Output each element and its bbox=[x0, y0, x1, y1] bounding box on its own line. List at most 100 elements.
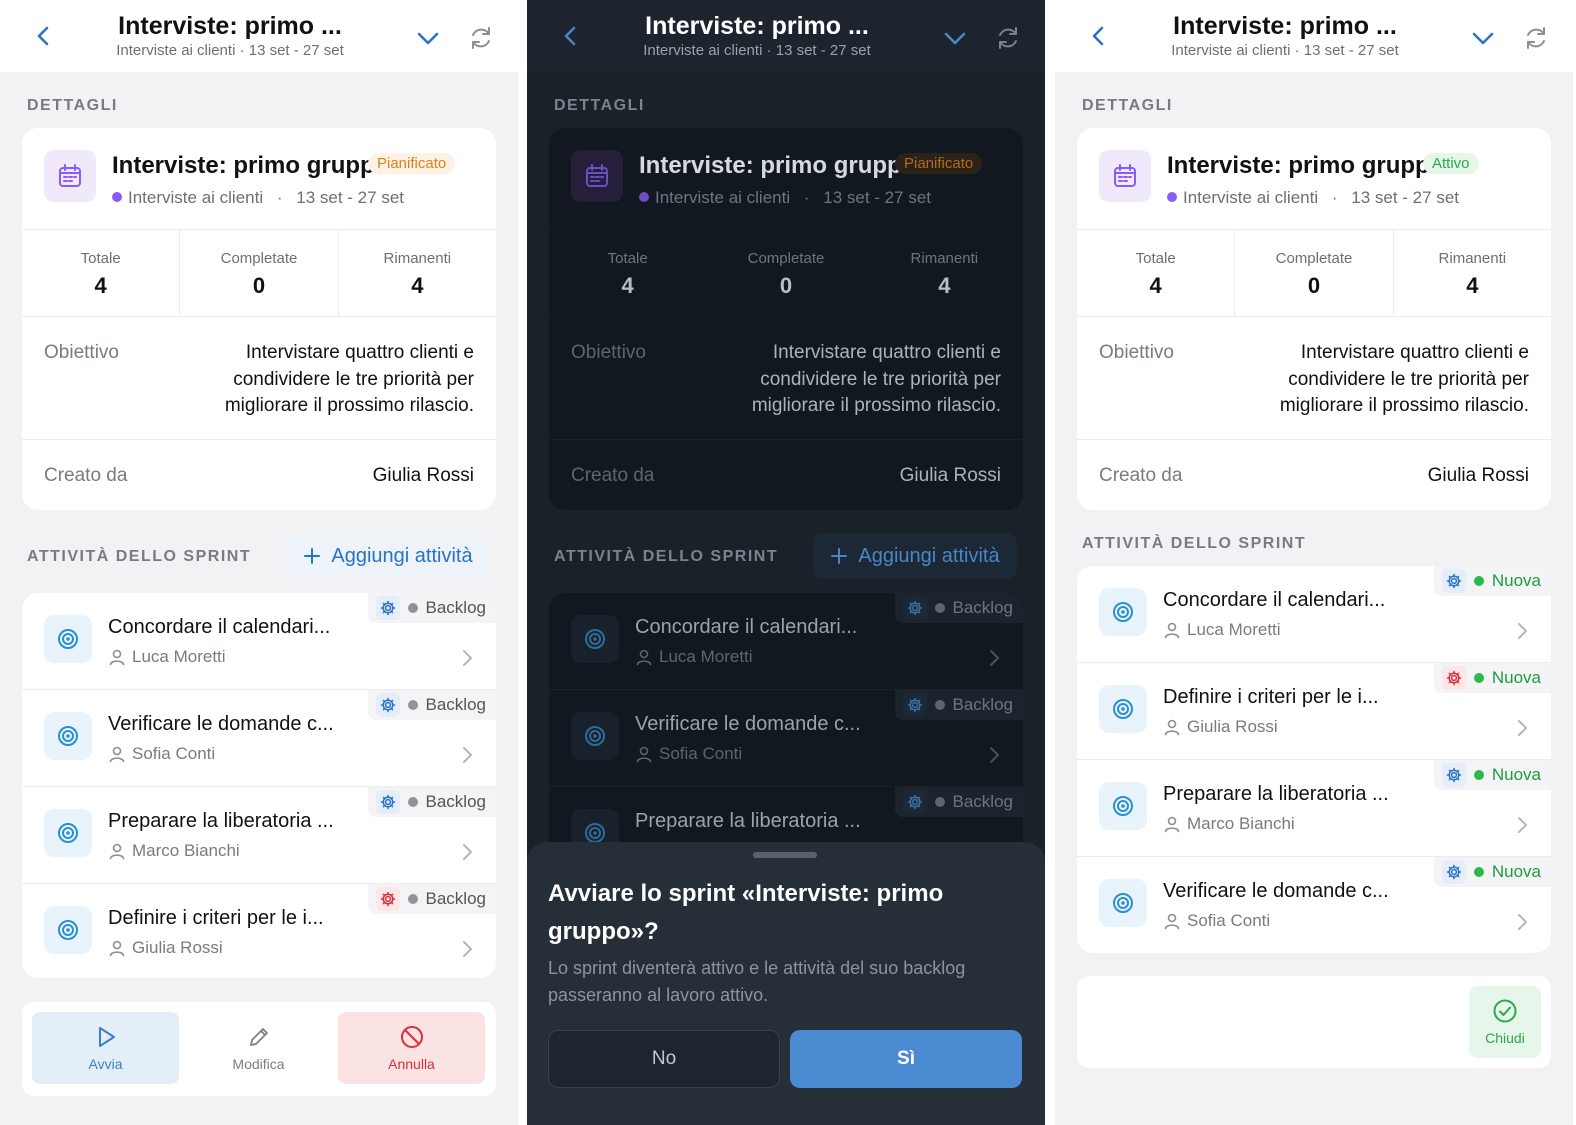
priority-indicator bbox=[902, 693, 927, 717]
priority-indicator bbox=[375, 596, 400, 620]
back-button[interactable] bbox=[557, 22, 585, 50]
status-dot bbox=[1473, 576, 1484, 586]
stat-remaining: Rimanenti 4 bbox=[1394, 230, 1551, 316]
priority-indicator-high bbox=[375, 887, 400, 911]
target-icon bbox=[1113, 699, 1133, 719]
stats-row: Totale 4 Completate 0 Rimanenti 4 bbox=[1077, 229, 1551, 317]
task-row[interactable]: Definire i criteri per le i... Giulia Ro… bbox=[1077, 663, 1551, 760]
refresh-button[interactable] bbox=[994, 24, 1022, 52]
top-bar: Interviste: primo ... Interviste ai clie… bbox=[0, 0, 518, 72]
task-icon-box bbox=[44, 906, 92, 954]
target-icon bbox=[585, 629, 605, 649]
task-name: Definire i criteri per le i... bbox=[1163, 686, 1379, 708]
pencil-icon bbox=[249, 1028, 268, 1046]
status-badge: Attivo bbox=[1423, 153, 1479, 174]
project-color-dot bbox=[112, 192, 122, 202]
play-icon bbox=[98, 1027, 115, 1047]
task-row[interactable]: Preparare la liberatoria ... Marco Bianc… bbox=[1077, 760, 1551, 857]
assignee-name: Luca Moretti bbox=[659, 647, 753, 666]
task-row[interactable]: Verificare le domande c... Sofia Conti B… bbox=[549, 690, 1023, 787]
status-dot bbox=[934, 700, 945, 710]
cancel-icon bbox=[400, 1026, 423, 1048]
no-button[interactable]: No bbox=[548, 1030, 780, 1088]
gear-icon bbox=[1446, 767, 1462, 783]
add-task-button[interactable]: Aggiungi attività bbox=[813, 533, 1017, 579]
divider bbox=[549, 439, 1023, 440]
task-row[interactable]: Verificare le domande c... Sofia Conti N… bbox=[1077, 857, 1551, 953]
task-row[interactable]: Concordare il calendari... Luca Moretti … bbox=[22, 593, 496, 690]
sprint-icon-box bbox=[1099, 150, 1151, 202]
task-icon-box bbox=[44, 712, 92, 760]
calendar-icon bbox=[586, 164, 608, 187]
status-dot bbox=[934, 797, 945, 807]
back-button[interactable] bbox=[30, 22, 58, 50]
status-badge: Pianificato bbox=[368, 153, 456, 174]
close-sprint-button[interactable]: Chiudi bbox=[1469, 986, 1541, 1058]
calendar-icon bbox=[1114, 164, 1136, 187]
target-icon bbox=[58, 823, 78, 843]
task-row[interactable]: Preparare la liberatoria ... Marco Bianc… bbox=[22, 787, 496, 884]
task-status-badge: Nuova bbox=[1433, 760, 1551, 790]
edit-label: Modifica bbox=[232, 1056, 285, 1072]
priority-indicator-high bbox=[1441, 666, 1466, 690]
task-icon-box bbox=[44, 615, 92, 663]
edit-button[interactable]: Modifica bbox=[185, 1012, 332, 1084]
back-button[interactable] bbox=[1085, 22, 1113, 50]
goal-label: Obiettivo bbox=[44, 342, 119, 363]
task-row[interactable]: Verificare le domande c... Sofia Conti B… bbox=[22, 690, 496, 787]
user-icon bbox=[1164, 816, 1180, 833]
gear-icon bbox=[380, 600, 395, 616]
priority-indicator bbox=[1441, 763, 1466, 787]
cancel-sprint-button[interactable]: Annulla bbox=[338, 1012, 485, 1084]
task-status-badge: Backlog bbox=[367, 690, 496, 720]
assignee-name: Marco Bianchi bbox=[1187, 814, 1295, 833]
top-bar: Interviste: primo ... Interviste ai clie… bbox=[1055, 0, 1573, 72]
dropdown-button[interactable] bbox=[1469, 24, 1497, 52]
page-subtitle: Interviste ai clienti · 13 set - 27 set bbox=[116, 42, 344, 59]
goal-text: Intervistare quattro clienti e condivide… bbox=[751, 342, 1001, 416]
yes-button[interactable]: Sì bbox=[790, 1030, 1022, 1088]
task-assignee: Marco Bianchi bbox=[1163, 814, 1295, 834]
back-arrow-icon bbox=[1092, 26, 1104, 46]
add-task-button[interactable]: Aggiungi attività bbox=[286, 533, 490, 579]
sprint-details-card: Interviste: primo gruppo Pianificato Int… bbox=[549, 128, 1023, 510]
divider bbox=[22, 439, 496, 440]
sprint-details-card: Interviste: primo gruppo Attivo Intervis… bbox=[1077, 128, 1551, 510]
sprint-icon-box bbox=[44, 150, 96, 202]
sprint-meta: Interviste ai clienti · 13 set - 27 set bbox=[1167, 188, 1459, 208]
task-status-badge: Backlog bbox=[894, 593, 1023, 623]
sprint-icon-box bbox=[571, 150, 623, 202]
stat-completed-label: Completate bbox=[747, 250, 825, 267]
chevron-down-icon bbox=[944, 32, 966, 45]
sheet-message: Lo sprint diventerà attivo e le attività… bbox=[548, 958, 966, 1005]
dropdown-button[interactable] bbox=[941, 24, 969, 52]
created-by-label: Creato da bbox=[571, 465, 655, 486]
task-status: Nuova bbox=[1491, 765, 1541, 784]
task-assignee: Sofia Conti bbox=[1163, 911, 1270, 931]
user-icon bbox=[636, 746, 652, 763]
stat-completed-label: Completate bbox=[1275, 250, 1353, 267]
task-row[interactable]: Concordare il calendari... Luca Moretti … bbox=[1077, 566, 1551, 663]
status-dot bbox=[407, 700, 418, 710]
dropdown-button[interactable] bbox=[414, 24, 442, 52]
refresh-button[interactable] bbox=[467, 24, 495, 52]
start-button[interactable]: Avvia bbox=[32, 1012, 179, 1084]
sheet-drag-handle[interactable] bbox=[753, 852, 817, 858]
stat-total: Totale 4 bbox=[22, 230, 181, 316]
gear-icon bbox=[380, 697, 395, 713]
refresh-button[interactable] bbox=[1522, 24, 1550, 52]
back-arrow-icon bbox=[564, 26, 576, 46]
task-assignee: Sofia Conti bbox=[635, 744, 742, 764]
chevron-right-icon bbox=[1518, 720, 1527, 736]
task-name: Definire i criteri per le i... bbox=[108, 907, 324, 929]
priority-indicator bbox=[902, 790, 927, 814]
task-row[interactable]: Definire i criteri per le i... Giulia Ro… bbox=[22, 884, 496, 978]
tasks-section-title: ATTIVITÀ DELLO SPRINT bbox=[27, 548, 252, 565]
status-dot bbox=[1473, 770, 1484, 780]
page-title: Interviste: primo ... bbox=[645, 12, 869, 40]
stat-remaining: Rimanenti 4 bbox=[866, 230, 1023, 316]
status-dot bbox=[934, 603, 945, 613]
chevron-down-icon bbox=[1472, 32, 1494, 45]
task-status: Nuova bbox=[1491, 668, 1541, 687]
task-row[interactable]: Concordare il calendari... Luca Moretti … bbox=[549, 593, 1023, 690]
